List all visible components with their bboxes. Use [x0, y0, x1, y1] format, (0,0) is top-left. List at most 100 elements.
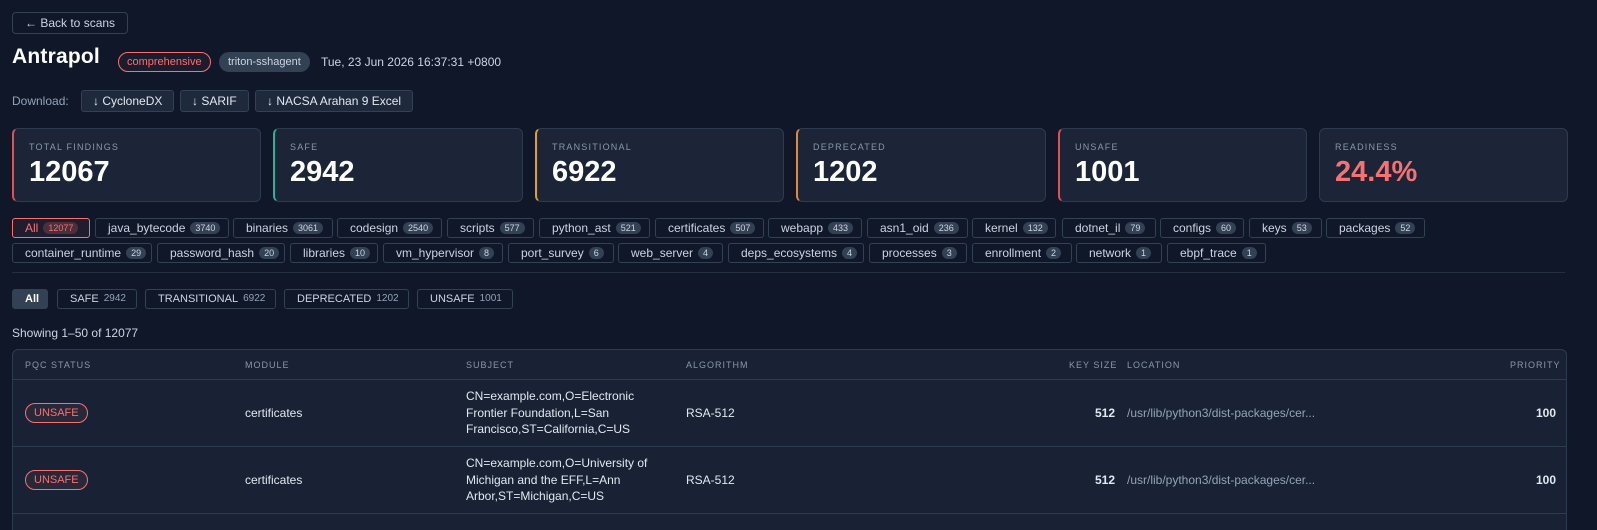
module-chip-configs[interactable]: configs 60 [1160, 218, 1244, 238]
status-filter-label: SAFE [70, 293, 99, 305]
stat-label: SAFE [290, 142, 319, 152]
chip-label: container_runtime [25, 246, 122, 260]
scan-timestamp: Tue, 23 Jun 2026 16:37:31 +0800 [321, 55, 502, 69]
module-chip-certificates[interactable]: certificates 507 [655, 218, 764, 238]
table-header: PQC STATUS MODULE SUBJECT ALGORITHM KEY … [13, 350, 1566, 380]
module-chip-asn1-oid[interactable]: asn1_oid 236 [867, 218, 968, 238]
module-chip-scripts[interactable]: scripts 577 [447, 218, 534, 238]
chip-label: libraries [303, 246, 346, 260]
download-nacsa-excel-button[interactable]: ↓ NACSA Arahan 9 Excel [255, 90, 414, 112]
table-row[interactable]: UNSAFE certificates CN=example.com,O=Uni… [13, 447, 1566, 514]
status-filter-safe[interactable]: SAFE 2942 [57, 289, 137, 309]
chip-label: dotnet_il [1075, 221, 1121, 235]
location-cell: /usr/lib/python3/dist-packages/cer... [1127, 473, 1316, 487]
page-title: Antrapol [12, 45, 100, 68]
stat-value: 24.4% [1335, 156, 1418, 188]
stat-label: TOTAL FINDINGS [29, 142, 120, 152]
priority-cell: 100 [1535, 406, 1556, 420]
back-to-scans-button[interactable]: ← Back to scans [12, 12, 129, 34]
module-chip-kernel[interactable]: kernel 132 [972, 218, 1056, 238]
module-chip-port-survey[interactable]: port_survey 6 [508, 243, 614, 263]
status-filter-deprecated[interactable]: DEPRECATED 1202 [284, 289, 409, 309]
chip-count: 8 [479, 247, 495, 259]
chip-label: webapp [781, 221, 824, 235]
chip-count: 521 [615, 222, 641, 234]
status-filter-all[interactable]: All [12, 289, 48, 309]
chip-label: packages [1339, 221, 1391, 235]
module-chip-ebpf-trace[interactable]: ebpf_trace 1 [1167, 243, 1266, 263]
table-row[interactable]: UNSAFE certificates CN=example.com,O=Ele… [13, 380, 1566, 447]
download-sarif-button[interactable]: ↓ SARIF [180, 90, 249, 112]
module-chip-webapp[interactable]: webapp 433 [768, 218, 862, 238]
chip-label: binaries [246, 221, 289, 235]
module-chip-packages[interactable]: packages 52 [1326, 218, 1425, 238]
chip-label: scripts [460, 221, 495, 235]
module-chip-enrollment[interactable]: enrollment 2 [972, 243, 1072, 263]
chip-count: 79 [1125, 222, 1146, 234]
module-chip-codesign[interactable]: codesign 2540 [337, 218, 442, 238]
module-chip-binaries[interactable]: binaries 3061 [233, 218, 333, 238]
status-filter-label: UNSAFE [430, 293, 475, 305]
module-chip-java-bytecode[interactable]: java_bytecode 3740 [95, 218, 229, 238]
module-chip-password-hash[interactable]: password_hash 20 [157, 243, 285, 263]
chip-count: 29 [126, 247, 147, 259]
column-header-key-size[interactable]: KEY SIZE [1069, 360, 1117, 370]
chip-count: 60 [1216, 222, 1237, 234]
column-header-algorithm[interactable]: ALGORITHM [686, 360, 749, 370]
status-filter-count: 2942 [103, 293, 126, 304]
status-filter-unsafe[interactable]: UNSAFE 1001 [417, 289, 513, 309]
download-cyclonedx-button[interactable]: ↓ CycloneDX [81, 90, 175, 112]
column-header-status[interactable]: PQC STATUS [25, 360, 91, 370]
module-chip-vm-hypervisor[interactable]: vm_hypervisor 8 [383, 243, 503, 263]
status-badge: UNSAFE [25, 403, 88, 423]
key-size-cell: 512 [1094, 473, 1115, 487]
download-label: Download: [12, 94, 69, 108]
chip-count: 4 [842, 247, 858, 259]
subject-line: Michigan and the EFF,L=Ann [466, 472, 621, 487]
chip-count: 52 [1395, 222, 1416, 234]
subject-line: CN=example.com,O=Electronic [466, 389, 635, 403]
results-count: Showing 1–50 of 12077 [12, 326, 139, 340]
module-chip-all[interactable]: All 12077 [12, 218, 90, 238]
chip-label: keys [1262, 221, 1287, 235]
status-filter-count: 1001 [479, 293, 502, 304]
stat-card-unsafe: UNSAFE 1001 [1058, 128, 1307, 202]
chip-label: All [25, 221, 39, 235]
algorithm-cell: RSA-512 [686, 406, 735, 420]
module-chip-web-server[interactable]: web_server 4 [618, 243, 723, 263]
module-chip-libraries[interactable]: libraries 10 [290, 243, 378, 263]
subject-line: Francisco,ST=California,C=US [466, 422, 631, 436]
subject-line: CN=example.com,O=University of [466, 456, 648, 470]
column-header-location[interactable]: LOCATION [1127, 360, 1180, 370]
chip-label: web_server [631, 246, 694, 260]
column-header-module[interactable]: MODULE [245, 360, 290, 370]
status-filter-transitional[interactable]: TRANSITIONAL 6922 [145, 289, 276, 309]
chip-count: 3 [941, 247, 957, 259]
module-chip-python-ast[interactable]: python_ast 521 [539, 218, 650, 238]
module-chip-container-runtime[interactable]: container_runtime 29 [12, 243, 152, 263]
module-chip-deps-ecosystems[interactable]: deps_ecosystems 4 [728, 243, 864, 263]
status-filter-count: 6922 [243, 293, 266, 304]
module-chip-processes[interactable]: processes 3 [869, 243, 967, 263]
column-header-subject[interactable]: SUBJECT [466, 360, 514, 370]
chip-label: vm_hypervisor [396, 246, 475, 260]
module-chip-network[interactable]: network 1 [1076, 243, 1162, 263]
algorithm-cell: RSA-512 [686, 473, 735, 487]
agent-badge: triton-sshagent [219, 52, 310, 72]
chip-label: ebpf_trace [1180, 246, 1237, 260]
status-filter-label: DEPRECATED [297, 293, 372, 305]
stat-value: 1001 [1075, 156, 1140, 188]
module-chip-dotnet-il[interactable]: dotnet_il 79 [1062, 218, 1156, 238]
stat-value: 1202 [813, 156, 878, 188]
chip-count: 1 [1136, 247, 1152, 259]
subject-cell: CN=example.com,O=Electronic Frontier Fou… [466, 388, 666, 438]
chip-count: 577 [499, 222, 525, 234]
chip-label: deps_ecosystems [741, 246, 838, 260]
module-chip-keys[interactable]: keys 53 [1249, 218, 1322, 238]
stat-label: UNSAFE [1075, 142, 1119, 152]
stat-value: 12067 [29, 156, 110, 188]
chip-count: 1 [1241, 247, 1257, 259]
column-header-priority[interactable]: PRIORITY [1510, 360, 1561, 370]
priority-cell: 100 [1535, 473, 1556, 487]
stat-card-total: TOTAL FINDINGS 12067 [12, 128, 261, 202]
